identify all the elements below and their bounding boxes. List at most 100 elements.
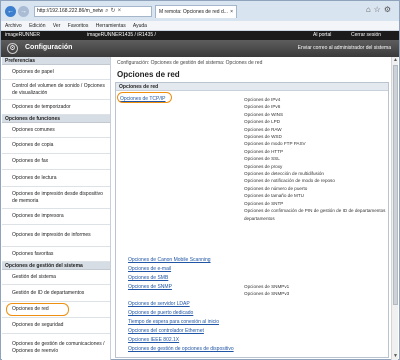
sidebar-item-memory-print[interactable]: Opciones de impresión desde dispositivo … (2, 187, 110, 209)
home-icon[interactable]: ⌂ (366, 5, 374, 14)
sidebar-item-label: Opciones comunes (12, 126, 55, 133)
sub-item: Opciones de SNMPv3 (244, 291, 290, 297)
section-header: ⚙ Configuración Enviar correo al adminis… (1, 40, 399, 57)
scroll-down-icon[interactable]: ▼ (392, 353, 399, 360)
sub-item: Opciones de número de puerto (244, 185, 308, 191)
sidebar-item-report-print[interactable]: Opciones de impresión de informes (2, 225, 110, 247)
device-options-management-link[interactable]: Opciones de gestión de opciones de dispo… (128, 346, 234, 352)
sidebar-item-printer[interactable]: Opciones de impresora (2, 209, 110, 225)
back-button[interactable]: ← (5, 5, 16, 17)
sidebar-item-copy[interactable]: Opciones de copia (2, 138, 110, 154)
sub-item: Opciones de RAW (244, 126, 282, 132)
snmp-sub-list: Opciones de SNMPv1 Opciones de SNMPv3 (244, 283, 289, 298)
logout-link[interactable]: Cerrar sesión (351, 31, 381, 40)
ldap-link[interactable]: Opciones de servidor LDAP (128, 301, 190, 307)
gear-icon[interactable]: ⚙ (384, 5, 394, 14)
breadcrumb[interactable]: Configuración: Opciones de gestión del s… (117, 60, 262, 66)
sidebar-item-label: Opciones de papel (12, 68, 54, 75)
sub-item: departamentos (244, 215, 275, 221)
sidebar-item-label: Control del volumen de sonido / Opciones… (12, 82, 105, 96)
menu-file[interactable]: Archivo (5, 23, 22, 29)
sidebar-item-label: Opciones favoritas (12, 250, 54, 257)
scrollbar[interactable]: ▲ ▼ (391, 57, 398, 360)
mail-admin-link[interactable]: Enviar correo al administrador del siste… (298, 45, 391, 51)
top-header: imageRUNNER imageRUNNER1435 / iR1435 / A… (1, 31, 399, 40)
menu-bar: Archivo Edición Ver Favoritos Herramient… (1, 21, 399, 31)
menu-edit[interactable]: Edición (29, 23, 45, 29)
menu-view[interactable]: Ver (53, 23, 61, 29)
highlight-oval (117, 92, 172, 103)
sidebar-item-department-id[interactable]: Gestión de ID de departamentos (2, 285, 110, 302)
search-icon[interactable]: ⌕ (105, 7, 108, 16)
sidebar-item-label: Opciones de fax (12, 158, 49, 164)
tcp-sub-list: Opciones de IPv4 Opciones de IPv6 Opcion… (244, 96, 385, 222)
sub-item: Opciones de proxy (244, 163, 283, 169)
sub-item: Opciones de SNMPv1 (244, 284, 290, 289)
sidebar-item-label: Opciones de lectura (12, 174, 57, 181)
sub-item: Opciones de tamaño de MTU (244, 193, 305, 199)
sub-item: Opciones de detección de multidifusión (244, 171, 324, 177)
menu-favorites[interactable]: Favoritos (68, 23, 89, 29)
sub-item: Opciones de WINS (244, 111, 284, 117)
links-group-2: Opciones de servidor LDAP Opciones de pu… (128, 300, 234, 354)
sidebar-section-functions: Opciones de funciones (2, 115, 110, 123)
panel-header: Opciones de red (116, 83, 388, 91)
sub-item: Opciones de WSD (244, 134, 282, 140)
menu-tools[interactable]: Herramientas (96, 23, 126, 29)
scroll-thumb[interactable] (393, 65, 398, 305)
browser-window: ← → http://192.168.222.86/m_netw ⌕ ↻ × M… (0, 0, 400, 360)
sub-item: Opciones de LPD (244, 119, 281, 125)
sidebar-item-security[interactable]: Opciones de seguridad (2, 318, 110, 334)
sub-item: Opciones de IPv6 (244, 104, 281, 110)
sidebar-item-system-management[interactable]: Gestión del sistema (2, 270, 110, 285)
model-label: imageRUNNER1435 / iR1435 / (87, 32, 156, 38)
sidebar-item-communications[interactable]: Opciones de gestión de comunicaciones / … (2, 334, 110, 360)
forward-button[interactable]: → (18, 5, 29, 17)
sidebar-item-label: Opciones de impresión desde dispositivo … (12, 190, 103, 204)
snmp-link[interactable]: Opciones de SNMP (128, 284, 172, 290)
sidebar-item-label: Gestión de ID de departamentos (12, 289, 85, 296)
sidebar-item-scan[interactable]: Opciones de lectura (2, 170, 110, 187)
sidebar-item-label: Opciones de copia (12, 142, 54, 148)
close-icon[interactable]: × (118, 7, 122, 16)
browser-tab[interactable]: M remota: Opciones de red d... × (155, 4, 237, 18)
address-bar: ← → http://192.168.222.86/m_netw ⌕ ↻ × M… (1, 1, 399, 21)
ethernet-driver-link[interactable]: Opciones del controlador Ethernet (128, 328, 204, 334)
sub-item: Opciones de HTTP (244, 148, 284, 154)
favorites-icon[interactable]: ☆ (374, 5, 384, 14)
url-field[interactable]: http://192.168.222.86/m_netw ⌕ ↻ × (34, 5, 152, 17)
sidebar-item-label: Opciones de seguridad (12, 322, 64, 328)
sub-item: Opciones de modo FTP PASV (244, 141, 306, 147)
sidebar-item-volume-display[interactable]: Control del volumen de sonido / Opciones… (2, 80, 110, 100)
refresh-icon[interactable]: ↻ (111, 7, 116, 16)
canon-mobile-scanning-link[interactable]: Opciones de Canon Mobile Scanning (128, 257, 211, 263)
sidebar-item-timer[interactable]: Opciones de temporizador (2, 100, 110, 115)
section-title: Configuración (25, 44, 73, 51)
tab-close-icon[interactable]: × (230, 6, 233, 18)
sidebar-item-label: Opciones de impresión de informes (12, 232, 91, 238)
sub-item: Opciones de notificación de modo de repo… (244, 178, 335, 184)
dedicated-port-link[interactable]: Opciones de puerto dedicado (128, 310, 193, 316)
email-link[interactable]: Opciones de e-mail (128, 266, 171, 272)
sidebar: Preferencias Opciones de papel Control d… (2, 57, 111, 360)
portal-link[interactable]: Al portal (313, 31, 331, 40)
url-text: http://192.168.222.86/m_netw (37, 7, 104, 14)
tab-title: M remota: Opciones de red d... (159, 8, 228, 15)
sidebar-item-paper[interactable]: Opciones de papel (2, 65, 110, 80)
links-group-1: Opciones de Canon Mobile Scanning Opcion… (128, 256, 211, 292)
smb-link[interactable]: Opciones de SMB (128, 275, 168, 281)
sidebar-section-preferences: Preferencias (2, 57, 110, 65)
sidebar-item-common[interactable]: Opciones comunes (2, 123, 110, 138)
sidebar-item-label: Opciones de impresora (12, 213, 64, 219)
ieee-8021x-link[interactable]: Opciones IEEE 802.1X (128, 337, 179, 343)
highlight-oval (6, 303, 69, 316)
startup-wait-link[interactable]: Tiempo de espera para conexión al inicio (128, 319, 219, 325)
sidebar-item-favorites[interactable]: Opciones favoritas (2, 247, 110, 262)
settings-logo-icon: ⚙ (7, 43, 18, 54)
sidebar-item-network[interactable]: Opciones de red (2, 302, 110, 318)
scroll-up-icon[interactable]: ▲ (392, 57, 399, 64)
network-options-panel: Opciones de red Opciones de TCP/IP Opcio… (115, 82, 389, 358)
menu-help[interactable]: Ayuda (133, 23, 147, 29)
sidebar-item-label: Gestión del sistema (12, 273, 56, 280)
sidebar-item-fax[interactable]: Opciones de fax (2, 154, 110, 170)
